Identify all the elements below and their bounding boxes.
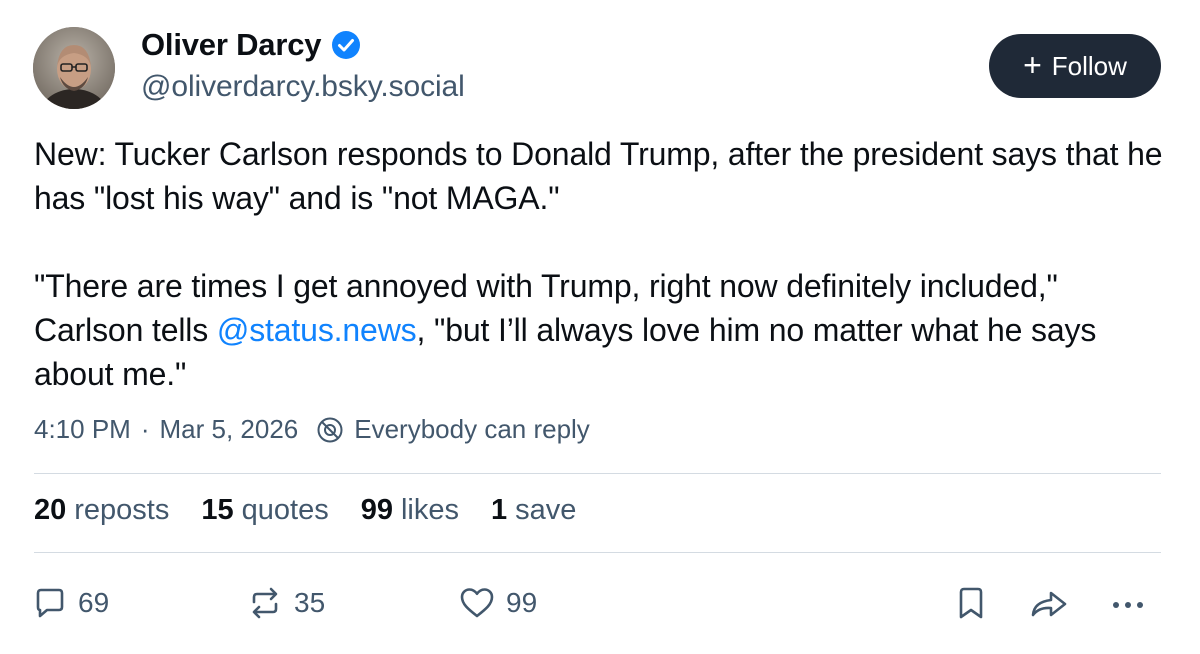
stat-label: save: [515, 494, 577, 526]
more-options-button[interactable]: [1106, 580, 1150, 626]
mention-link[interactable]: @status.news: [217, 312, 417, 348]
post-paragraph-2: "There are times I get annoyed with Trum…: [34, 264, 1164, 396]
action-bar: 69 35 99: [0, 580, 1200, 630]
divider: [34, 552, 1161, 553]
author-display-name[interactable]: Oliver Darcy: [141, 27, 321, 63]
stat-count: 99: [360, 494, 393, 526]
post-card: Oliver Darcy @oliverdarcy.bsky.social + …: [0, 0, 1200, 654]
post-time[interactable]: 4:10 PM: [34, 414, 131, 445]
stat-reposts[interactable]: 20 reposts: [34, 494, 169, 527]
share-arrow-icon: [1031, 591, 1067, 617]
stat-label: likes: [400, 494, 459, 526]
reply-settings-icon: [317, 417, 343, 442]
avatar[interactable]: [33, 27, 115, 109]
follow-button[interactable]: + Follow: [989, 34, 1161, 98]
stat-saves[interactable]: 1 save: [491, 494, 576, 527]
post-paragraph-1: New: Tucker Carlson responds to Donald T…: [34, 136, 1163, 216]
meta-separator: ·: [140, 414, 150, 444]
follow-button-label: Follow: [1051, 50, 1127, 81]
post-date[interactable]: Mar 5, 2026: [160, 414, 299, 445]
stat-likes[interactable]: 99 likes: [361, 494, 459, 527]
stat-count: 1: [491, 494, 508, 526]
plus-icon: +: [1023, 46, 1042, 83]
stat-count: 15: [201, 494, 234, 526]
reply-count: 69: [78, 587, 110, 618]
engagement-stats: 20 reposts 15 quotes 99 likes 1 save: [34, 494, 576, 527]
stat-count: 20: [34, 494, 67, 526]
divider: [34, 473, 1161, 474]
repost-icon: [252, 587, 278, 619]
bookmark-icon: [959, 587, 983, 619]
reply-button[interactable]: 69: [32, 580, 109, 626]
heart-icon: [460, 588, 494, 618]
stat-label: quotes: [241, 494, 329, 526]
stat-quotes[interactable]: 15 quotes: [201, 494, 328, 527]
author-handle[interactable]: @oliverdarcy.bsky.social: [141, 70, 465, 104]
like-button[interactable]: 99: [458, 580, 537, 626]
avatar-image: [33, 27, 115, 109]
bookmark-button[interactable]: [955, 580, 987, 626]
reply-setting-label[interactable]: Everybody can reply: [354, 414, 590, 445]
repost-count: 35: [294, 587, 326, 618]
repost-button[interactable]: 35: [246, 580, 325, 626]
post-text: New: Tucker Carlson responds to Donald T…: [34, 132, 1164, 396]
like-count: 99: [506, 587, 538, 618]
reply-icon: [36, 588, 64, 618]
author-name-row: Oliver Darcy: [141, 24, 361, 66]
more-dots-icon: [1113, 602, 1143, 608]
post-meta: 4:10 PM · Mar 5, 2026 Everybody can repl…: [34, 414, 590, 445]
share-button[interactable]: [1027, 580, 1071, 626]
verified-badge-icon[interactable]: [331, 30, 361, 60]
stat-label: reposts: [74, 494, 170, 526]
